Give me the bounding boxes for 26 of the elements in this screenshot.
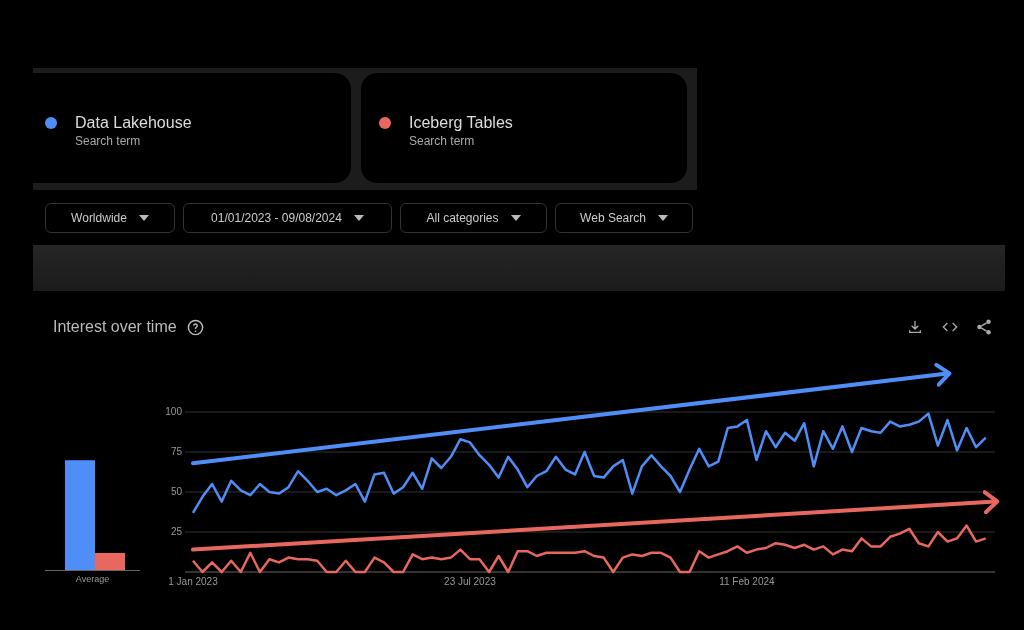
caret-icon [510, 215, 521, 221]
help-icon[interactable] [186, 318, 204, 336]
filter-dropdown[interactable]: 01/01/2023 - 09/08/2024 [183, 203, 392, 233]
x-tick-label: 1 Jan 2023 [168, 576, 218, 587]
filter-dropdown[interactable]: All categories [400, 203, 547, 233]
download-icon[interactable] [907, 319, 923, 335]
x-tick-label: 23 Jul 2023 [444, 576, 496, 587]
share-icon[interactable] [975, 318, 993, 336]
filter-dropdown[interactable]: Web Search [555, 203, 693, 233]
x-tick-label: 11 Feb 2024 [719, 576, 775, 587]
search-term-card[interactable]: Iceberg Tables Search term [361, 73, 687, 183]
caret-icon [138, 215, 149, 221]
y-tick-label: 75 [170, 446, 182, 457]
y-tick-label: 100 [165, 406, 182, 417]
section-title: Interest over time [53, 317, 177, 337]
term-name: Iceberg Tables [409, 113, 513, 133]
term-type: Search term [409, 133, 476, 149]
search-term-card[interactable]: Data Lakehouse Search term [33, 73, 351, 183]
filter-dropdown[interactable]: Worldwide [45, 203, 175, 233]
y-tick-label: 25 [170, 526, 182, 537]
caret-icon [353, 215, 364, 221]
average-label: Average [75, 572, 110, 586]
caret-icon [657, 215, 668, 221]
y-tick-label: 50 [170, 486, 182, 497]
term-name: Data Lakehouse [75, 113, 192, 133]
term-type: Search term [75, 133, 142, 149]
